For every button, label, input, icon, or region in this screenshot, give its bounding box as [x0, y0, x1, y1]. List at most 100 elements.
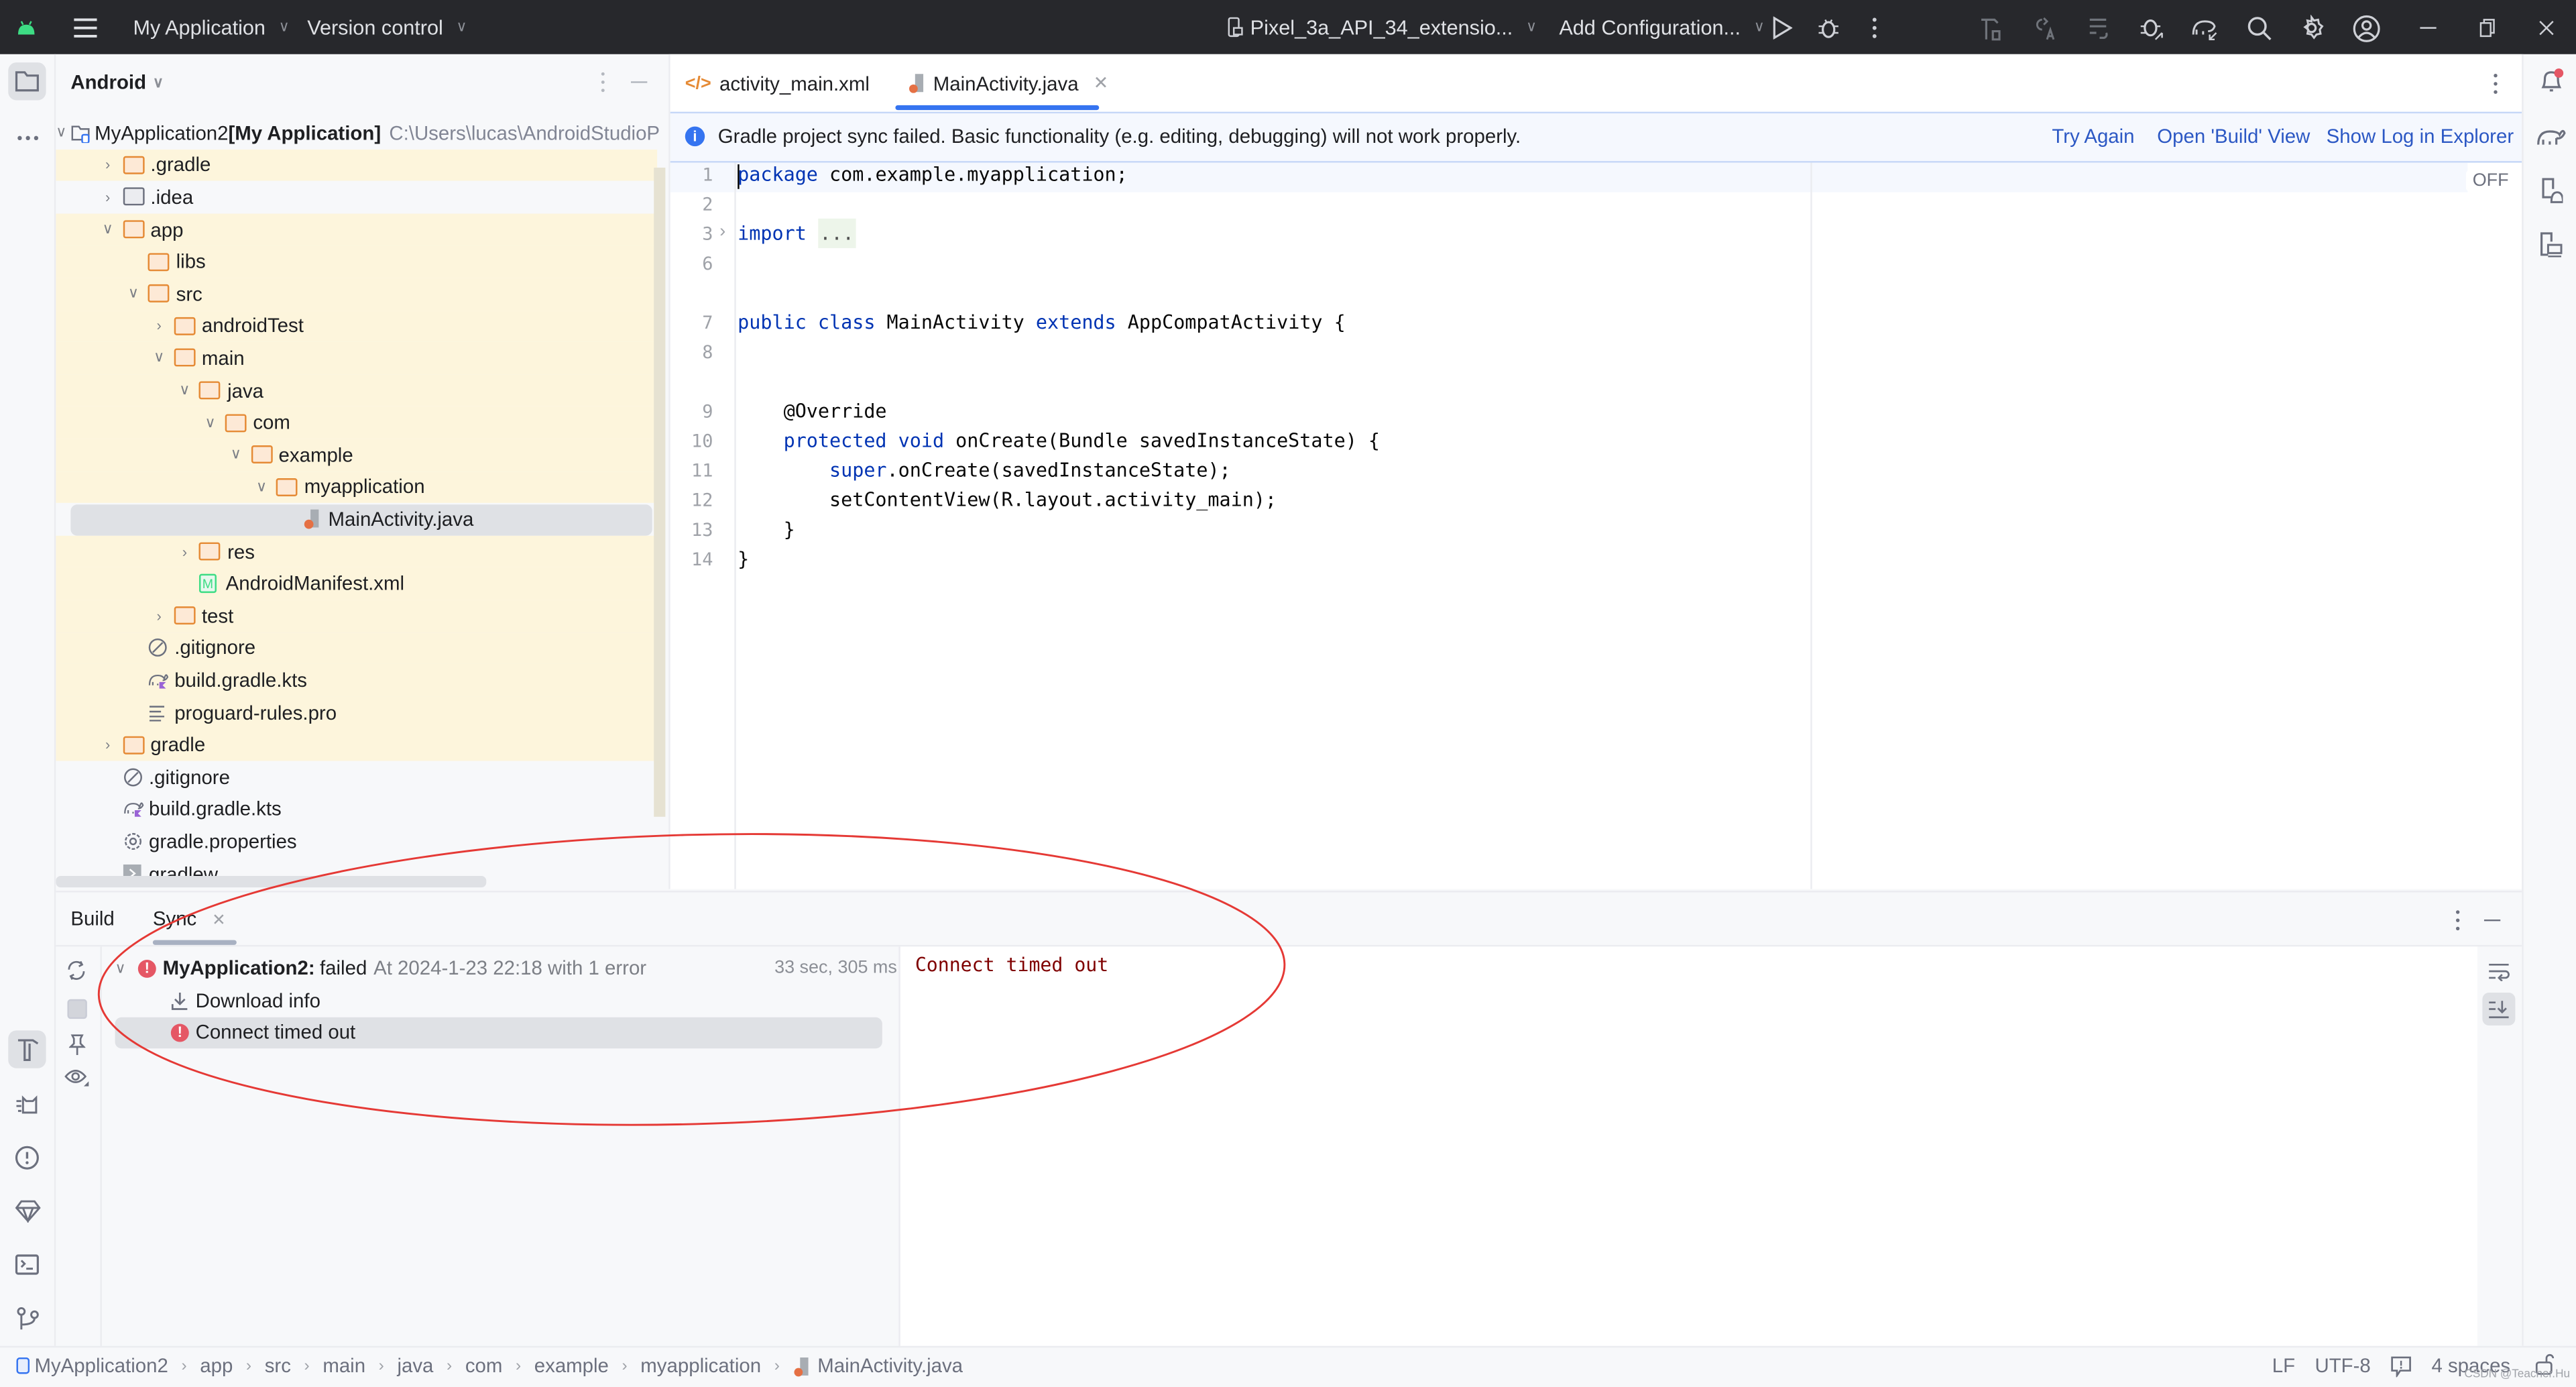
tree-item[interactable]: ∨ com	[56, 406, 658, 439]
tab-build[interactable]: Build	[70, 907, 114, 930]
tree-item-project-root[interactable]: ∨ MyApplication2 [My Application] C:\Users…	[56, 117, 660, 149]
scroll-to-end-icon[interactable]	[2482, 992, 2516, 1025]
tree-item[interactable]: › res	[56, 535, 658, 568]
run-icon[interactable]	[1768, 13, 1798, 43]
tree-horizontal-scrollbar[interactable]	[56, 876, 487, 888]
show-log-in-explorer-link[interactable]: Show Log in Explorer	[2327, 125, 2514, 148]
version-control-icon[interactable]	[8, 1300, 46, 1337]
build-tree-item-download-info[interactable]: Download info	[171, 989, 320, 1012]
chevron-down-icon[interactable]: ∨	[123, 285, 143, 303]
hamburger-menu-icon[interactable]	[70, 13, 100, 43]
line-separator-widget[interactable]: LF	[2272, 1354, 2295, 1377]
close-icon[interactable]	[2532, 13, 2561, 43]
build-tree-item-connect-timed-out[interactable]: ! Connect timed out	[170, 1021, 355, 1044]
tree-item[interactable]: ∨ src	[56, 278, 658, 311]
build-icon[interactable]	[1977, 13, 2006, 43]
breadcrumb-item[interactable]: com	[465, 1354, 503, 1377]
close-tab-icon[interactable]: ✕	[1094, 72, 1109, 93]
tree-item[interactable]: ∨ app	[56, 213, 658, 246]
tree-item[interactable]: build.gradle.kts	[56, 793, 657, 825]
chevron-down-icon[interactable]: ∨	[175, 382, 194, 400]
tree-item[interactable]: MainActivity.java	[56, 503, 657, 535]
editor-tabs-options-icon[interactable]	[2492, 72, 2499, 95]
problems-icon[interactable]	[8, 1139, 46, 1176]
project-options-icon[interactable]	[599, 70, 606, 93]
running-devices-icon[interactable]	[2532, 225, 2569, 263]
gradle-icon[interactable]	[2532, 117, 2569, 154]
more-tools-icon[interactable]	[8, 118, 46, 156]
fold-chevron-icon[interactable]: ›	[719, 222, 725, 241]
account-icon[interactable]	[2351, 13, 2380, 43]
tree-item[interactable]: M AndroidManifest.xml	[56, 567, 658, 600]
tree-item[interactable]: build.gradle.kts	[56, 664, 658, 697]
attach-debugger-icon[interactable]	[2138, 13, 2167, 43]
pin-icon[interactable]	[68, 1034, 86, 1056]
project-menu[interactable]: My Application ∨	[133, 0, 289, 54]
tree-item[interactable]: gradle.properties	[56, 826, 657, 858]
build-tree-root[interactable]: ∨ ! MyApplication2: failed At 2024-1-23 …	[115, 956, 897, 979]
try-again-link[interactable]: Try Again	[2052, 125, 2134, 148]
breadcrumb-item[interactable]: app	[200, 1354, 233, 1377]
tree-item[interactable]: .gitignore	[56, 761, 657, 793]
encoding-widget[interactable]: UTF-8	[2315, 1354, 2370, 1377]
tree-item[interactable]: .gitignore	[56, 632, 658, 665]
chevron-right-icon[interactable]: ›	[149, 318, 168, 335]
more-vert-icon[interactable]	[1860, 13, 1889, 43]
close-tab-icon[interactable]: ✕	[212, 912, 226, 930]
settings-icon[interactable]	[2297, 13, 2327, 43]
project-tool-button[interactable]	[8, 62, 46, 101]
debug-icon[interactable]	[1814, 13, 1843, 43]
breadcrumb-item[interactable]: MyApplication2	[34, 1354, 168, 1377]
device-manager-icon[interactable]	[2532, 171, 2569, 209]
breadcrumb-item[interactable]: main	[323, 1354, 365, 1377]
soft-wrap-icon[interactable]	[2487, 961, 2510, 981]
chevron-down-icon[interactable]: ∨	[56, 123, 66, 142]
chevron-down-icon[interactable]: ∨	[200, 414, 220, 432]
vcs-menu[interactable]: Version control ∨	[307, 0, 467, 54]
minimize-icon[interactable]	[2413, 13, 2443, 43]
tree-item[interactable]: › androidTest	[56, 310, 658, 343]
inlay-hints-toggle[interactable]: OFF	[2465, 169, 2516, 192]
breadcrumb-item[interactable]: example	[534, 1354, 609, 1377]
tree-item[interactable]: › test	[56, 600, 658, 632]
tree-item[interactable]: proguard-rules.pro	[56, 696, 658, 729]
inspection-widget-icon[interactable]	[2390, 1355, 2412, 1378]
eye-filter-icon[interactable]	[64, 1068, 91, 1088]
breadcrumb-item[interactable]: MainActivity.java	[817, 1354, 963, 1377]
chevron-down-icon[interactable]: ∨	[251, 478, 271, 496]
tree-vertical-scrollbar[interactable]	[654, 167, 666, 817]
app-quality-insights-icon[interactable]	[8, 1191, 46, 1229]
search-icon[interactable]	[2244, 13, 2274, 43]
chevron-right-icon[interactable]: ›	[98, 189, 117, 206]
chevron-right-icon[interactable]: ›	[98, 736, 117, 753]
apply-changes-icon[interactable]	[2031, 13, 2060, 43]
breadcrumb-item[interactable]: src	[265, 1354, 291, 1377]
device-selector[interactable]: Pixel_3a_API_34_extensio... ∨	[1227, 0, 1537, 54]
chevron-down-icon[interactable]: ∨	[98, 221, 117, 239]
logcat-icon[interactable]	[8, 1085, 46, 1122]
tree-item[interactable]: ∨ example	[56, 439, 658, 471]
apply-code-changes-icon[interactable]	[2083, 13, 2113, 43]
chevron-right-icon[interactable]: ›	[98, 157, 117, 174]
tree-item[interactable]: ∨ java	[56, 374, 658, 407]
breadcrumb-item[interactable]: java	[397, 1354, 433, 1377]
tab-activity-main-xml[interactable]: </> activity_main.xml	[685, 54, 870, 112]
tab-sync[interactable]: Sync ✕	[153, 907, 226, 930]
chevron-down-icon[interactable]: ∨	[226, 446, 245, 464]
hide-panel-icon[interactable]	[630, 80, 648, 84]
chevron-down-icon[interactable]: ∨	[115, 959, 138, 977]
resync-icon[interactable]	[66, 960, 87, 981]
build-console-output[interactable]: Connect timed out	[898, 946, 2478, 1348]
tree-item[interactable]: › .idea	[56, 181, 657, 213]
chevron-down-icon[interactable]: ∨	[149, 349, 168, 368]
tree-item[interactable]: › gradle	[56, 728, 658, 761]
build-options-icon[interactable]	[2455, 909, 2461, 932]
tree-item[interactable]: libs	[56, 245, 658, 278]
hide-build-panel-icon[interactable]	[2483, 919, 2501, 922]
stop-icon[interactable]	[67, 999, 87, 1019]
run-configuration-selector[interactable]: Add Configuration... ∨	[1559, 0, 1765, 54]
tree-item[interactable]: › .gradle	[56, 148, 658, 181]
code-area[interactable]: OFF 1 package com.example.myapplication; 2…	[670, 162, 2522, 889]
build-tool-button[interactable]	[8, 1030, 46, 1068]
tab-mainactivity-java[interactable]: MainActivity.java ✕	[909, 54, 1108, 112]
